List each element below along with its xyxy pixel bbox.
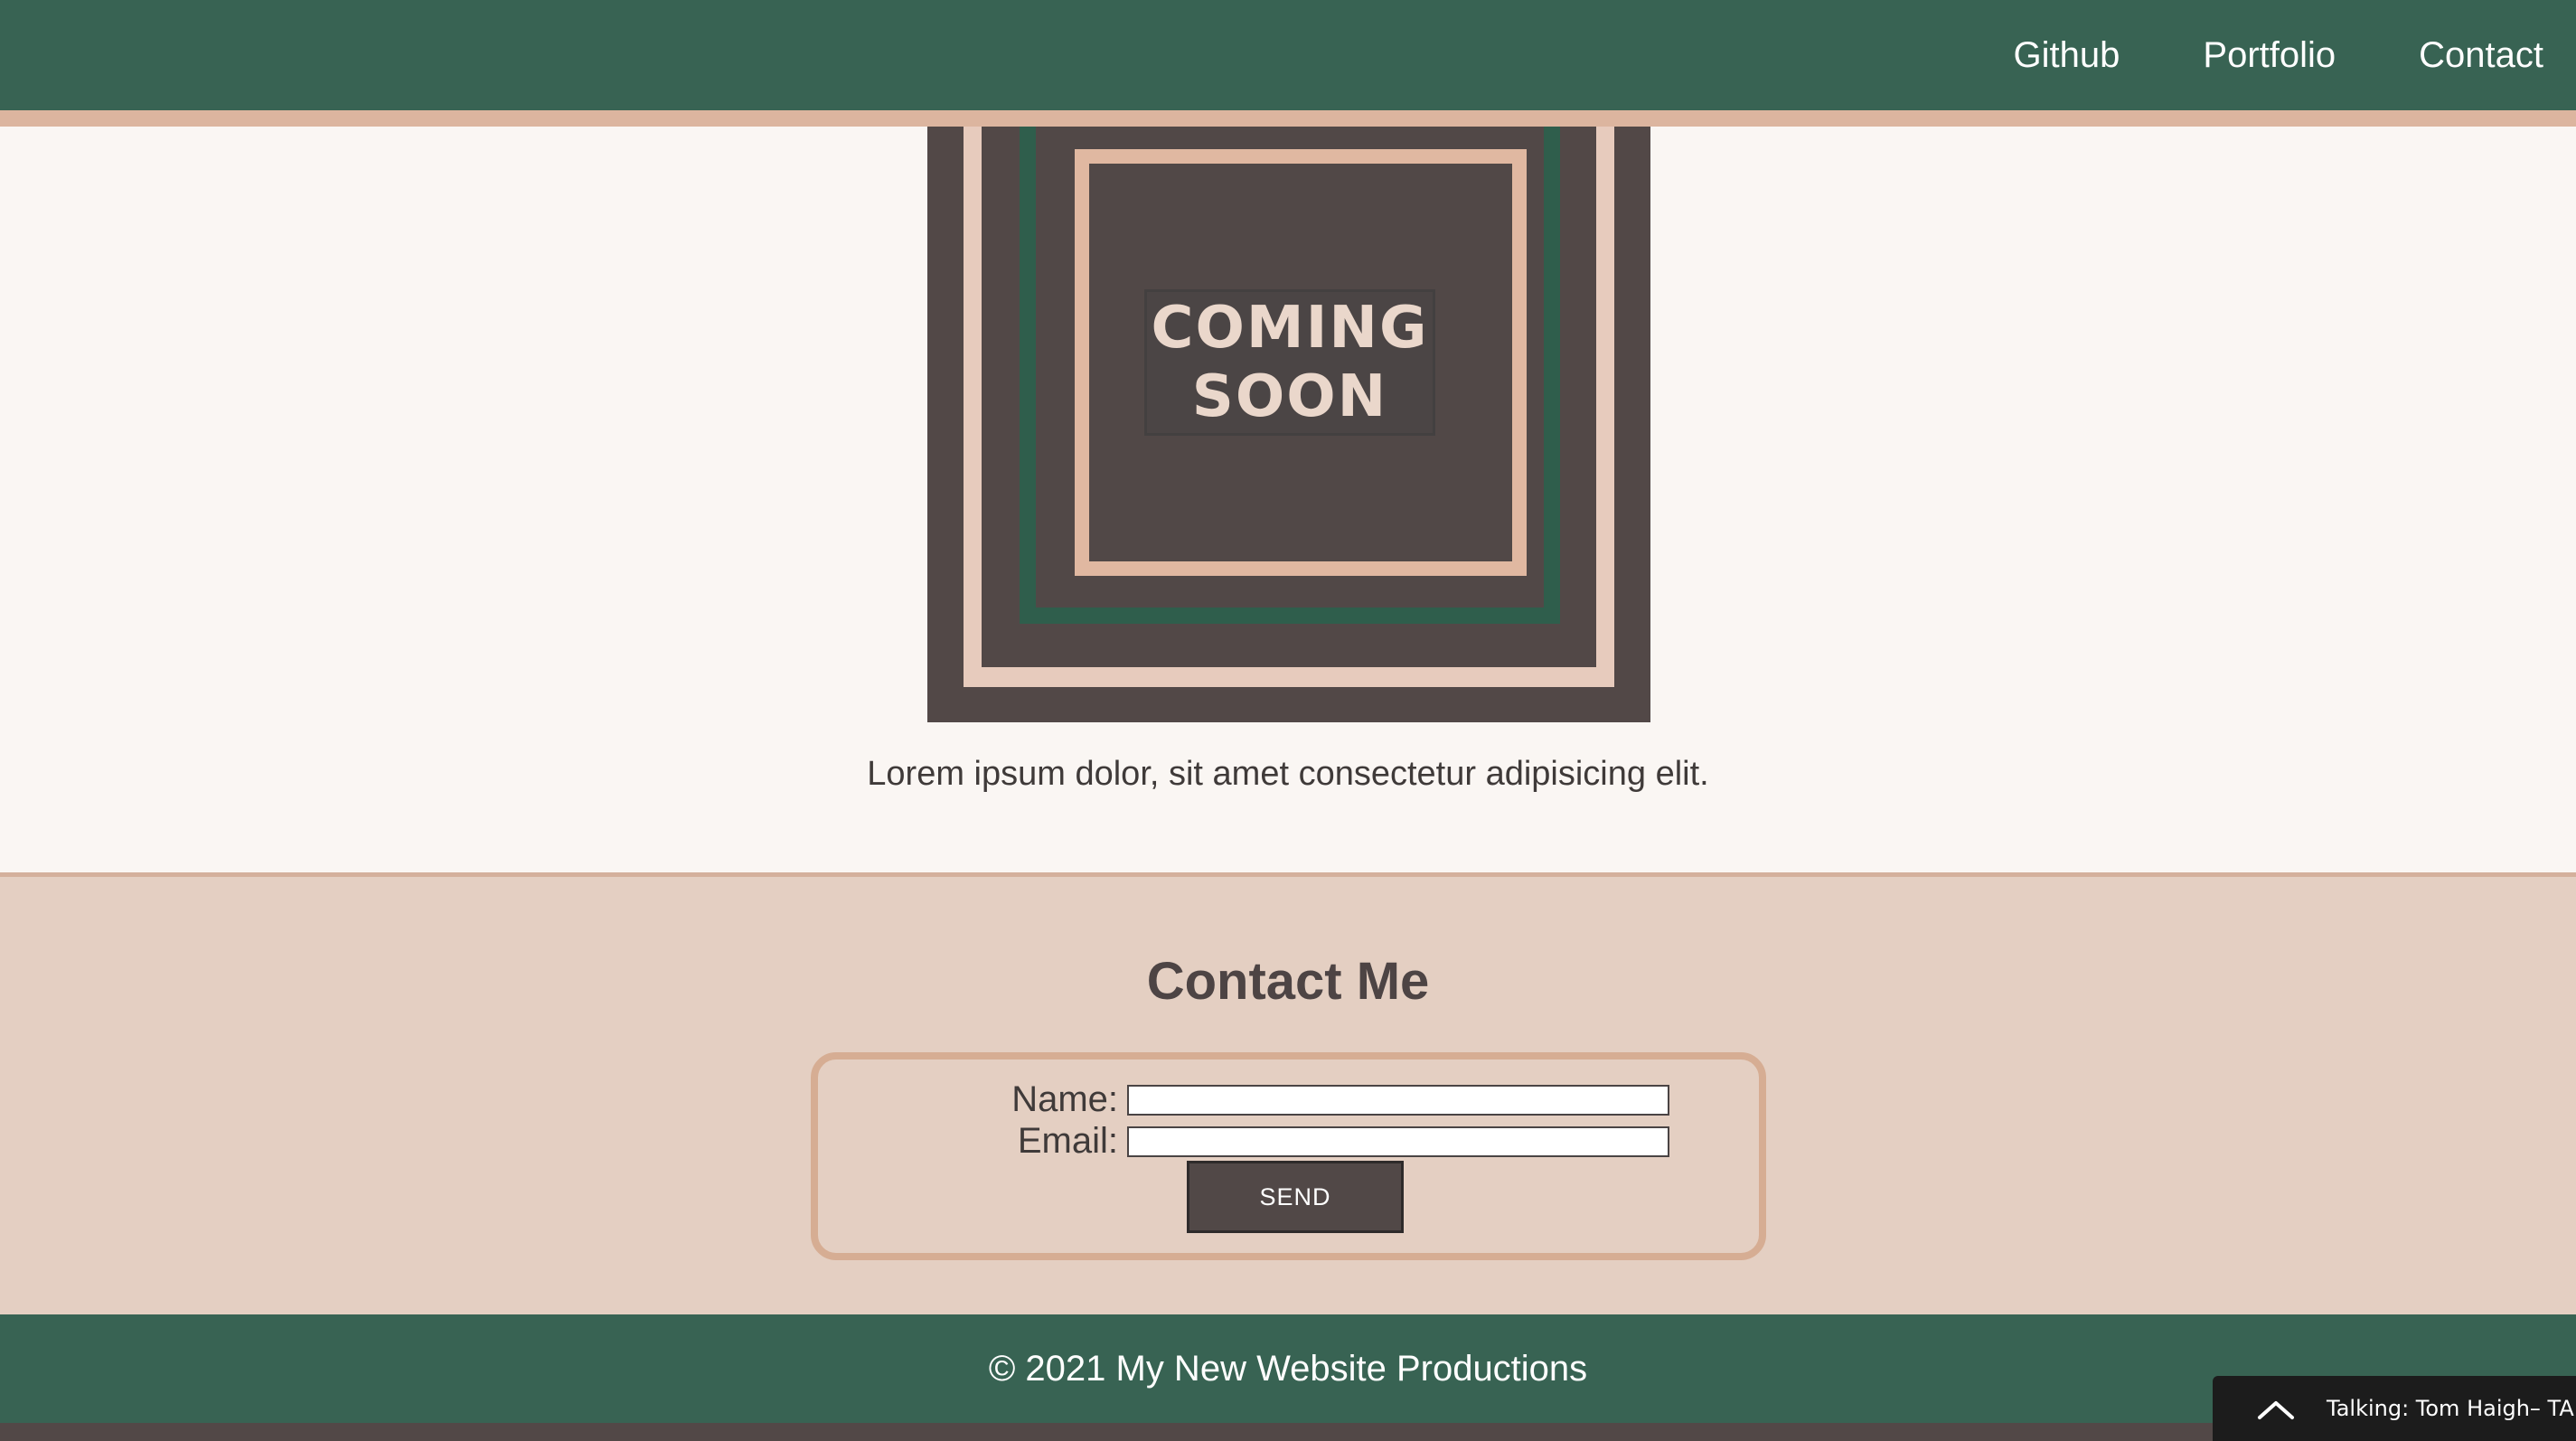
email-input[interactable]	[1127, 1125, 1669, 1157]
coming-soon-image: COMING SOON	[927, 127, 1650, 722]
main-section: COMING SOON Lorem ipsum dolor, sit amet …	[0, 127, 2576, 872]
intro-text: Lorem ipsum dolor, sit amet consectetur …	[867, 755, 1709, 793]
header-accent-stripe	[0, 110, 2576, 127]
footer-copyright: © 2021 My New Website Productions	[988, 1348, 1588, 1389]
coming-soon-line2: SOON	[1191, 363, 1388, 430]
footer-bottom-bar	[0, 1423, 2576, 1441]
contact-form: Name: Email: SEND	[811, 1052, 1766, 1260]
coming-soon-line1: COMING	[1151, 295, 1429, 362]
chevron-up-icon[interactable]	[2249, 1390, 2303, 1427]
page: Github Portfolio Contact COMING SOON Lor…	[0, 0, 2576, 1441]
email-label: Email:	[1017, 1121, 1118, 1161]
player-now-playing: Talking: Tom Haigh– TA	[2327, 1396, 2574, 1421]
nav-link-github[interactable]: Github	[2014, 35, 2120, 76]
coming-soon-label: COMING SOON	[1144, 289, 1435, 436]
footer: © 2021 My New Website Productions	[0, 1314, 2576, 1423]
name-label: Name:	[1011, 1079, 1118, 1119]
contact-title: Contact Me	[1146, 952, 1430, 1011]
nav-link-portfolio[interactable]: Portfolio	[2203, 35, 2336, 76]
contact-section: Contact Me Name: Email: SEND	[0, 877, 2576, 1314]
main-nav: Github Portfolio Contact	[2014, 0, 2543, 110]
send-button[interactable]: SEND	[1187, 1161, 1404, 1233]
name-row: Name:	[890, 1079, 1669, 1120]
name-input[interactable]	[1127, 1084, 1669, 1116]
nav-link-contact[interactable]: Contact	[2419, 35, 2543, 76]
email-row: Email:	[890, 1121, 1669, 1162]
header: Github Portfolio Contact	[0, 0, 2576, 110]
media-player-bar[interactable]: Talking: Tom Haigh– TA	[2213, 1376, 2576, 1441]
